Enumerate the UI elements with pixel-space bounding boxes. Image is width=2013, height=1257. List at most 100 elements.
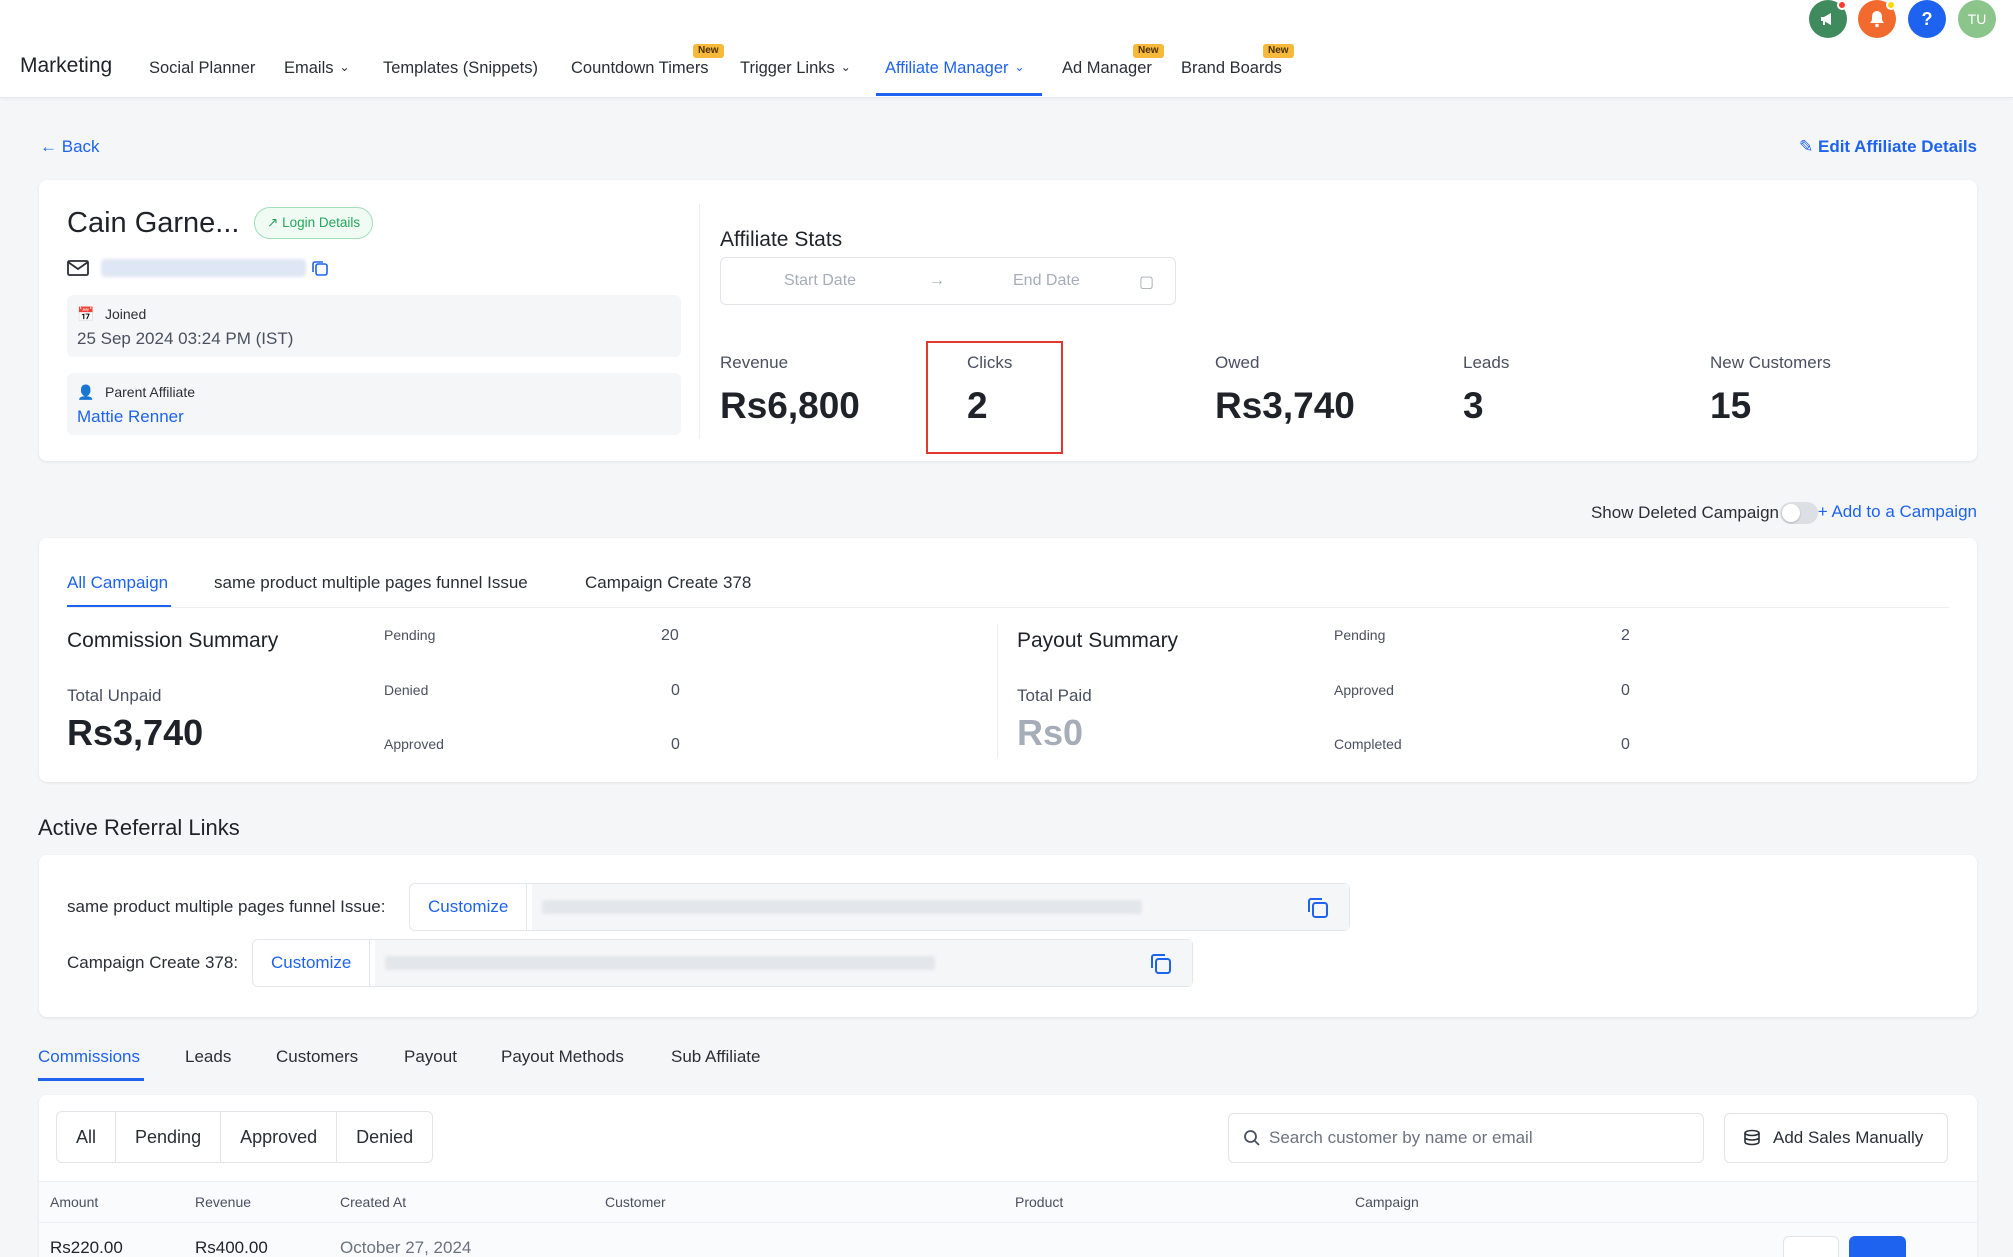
joined-info: 📅 Joined 25 Sep 2024 03:24 PM (IST)	[67, 295, 681, 357]
tab-leads[interactable]: Leads	[185, 1047, 231, 1067]
affiliate-stats-title: Affiliate Stats	[720, 228, 843, 251]
notifications-button[interactable]	[1858, 0, 1896, 38]
column-header-revenue[interactable]: Revenue	[195, 1194, 251, 1210]
announcement-button[interactable]	[1809, 0, 1847, 38]
user-icon: 👤	[77, 384, 95, 400]
commission-approved-value: 0	[671, 736, 680, 753]
status-filter-group: All Pending Approved Denied	[56, 1111, 434, 1163]
nav-ad-manager[interactable]: Ad Manager	[1062, 59, 1152, 78]
bell-icon	[1870, 11, 1884, 28]
user-avatar[interactable]: TU	[1958, 0, 1996, 38]
nav-trigger-links[interactable]: Trigger Links ⌄	[740, 59, 851, 78]
back-button[interactable]: ← Back	[40, 137, 100, 157]
active-nav-indicator	[876, 93, 1042, 96]
row-divider	[39, 1222, 1977, 1223]
customize-button[interactable]: Customize	[253, 940, 371, 986]
clicks-highlight-box	[926, 341, 1063, 454]
tab-payout-methods[interactable]: Payout Methods	[501, 1047, 624, 1067]
divider	[699, 204, 700, 439]
login-details-button[interactable]: ↗ Login Details	[254, 207, 374, 239]
question-icon: ?	[1921, 8, 1933, 29]
referral-link-label: Campaign Create 378:	[67, 953, 239, 972]
nav-affiliate-manager[interactable]: Affiliate Manager ⌄	[885, 59, 1025, 78]
stat-owed-label: Owed	[1215, 353, 1260, 372]
campaign-summary-card: All Campaign same product multiple pages…	[39, 538, 1977, 782]
referral-url-redacted	[385, 956, 935, 970]
database-icon	[1744, 1129, 1760, 1146]
notification-dot	[1886, 0, 1896, 10]
commission-denied-value: 0	[671, 682, 680, 699]
joined-value: 25 Sep 2024 03:24 PM (IST)	[77, 329, 294, 348]
copy-icon[interactable]	[1306, 896, 1330, 920]
date-range-picker[interactable]: Start Date → End Date ▢	[720, 257, 1176, 305]
nav-brand-boards[interactable]: Brand Boards	[1181, 59, 1282, 78]
commission-pending-label: Pending	[384, 627, 436, 643]
show-deleted-toggle[interactable]	[1780, 502, 1818, 524]
top-nav-bar: Marketing Social Planner Emails ⌄ Templat…	[0, 0, 2013, 98]
nav-templates[interactable]: Templates (Snippets)	[383, 59, 538, 78]
nav-trigger-links-label: Trigger Links	[740, 59, 835, 77]
plus-icon: +	[1817, 502, 1828, 521]
new-badge: New	[693, 44, 724, 58]
add-sales-manually-button[interactable]: Add Sales Manually	[1724, 1113, 1948, 1163]
column-header-amount[interactable]: Amount	[50, 1194, 98, 1210]
column-header-created-at[interactable]: Created At	[340, 1194, 406, 1210]
joined-label: Joined	[105, 306, 147, 322]
filter-all-button[interactable]: All	[57, 1112, 117, 1162]
row-created-at: October 27, 2024	[340, 1238, 472, 1257]
megaphone-icon	[1821, 13, 1831, 25]
back-label: Back	[61, 137, 100, 156]
filter-pending-button[interactable]: Pending	[116, 1112, 222, 1162]
referral-url-redacted	[542, 900, 1142, 914]
copy-icon[interactable]	[1149, 952, 1173, 976]
tab-campaign-funnel-issue[interactable]: same product multiple pages funnel Issue	[214, 573, 528, 593]
edit-affiliate-button[interactable]: ✎ Edit Affiliate Details	[1799, 137, 1977, 157]
tab-payout[interactable]: Payout	[404, 1047, 457, 1067]
stat-revenue-label: Revenue	[720, 353, 789, 372]
stat-new-customers-value: 15	[1710, 385, 1752, 426]
table-header-row	[39, 1181, 1977, 1257]
column-header-customer[interactable]: Customer	[605, 1194, 666, 1210]
payout-completed-value: 0	[1621, 736, 1630, 753]
calendar-icon: 📅	[77, 306, 95, 322]
tab-all-campaign[interactable]: All Campaign	[67, 573, 168, 593]
payout-approved-value: 0	[1621, 682, 1630, 699]
column-header-product[interactable]: Product	[1015, 1194, 1063, 1210]
payout-pending-value: 2	[1621, 627, 1630, 644]
add-to-campaign-button[interactable]: + Add to a Campaign	[1818, 502, 1977, 522]
nav-countdown-timers[interactable]: Countdown Timers	[571, 59, 709, 78]
parent-affiliate-link[interactable]: Mattie Renner	[77, 407, 184, 427]
filter-denied-button[interactable]: Denied	[337, 1112, 432, 1162]
payout-summary-title: Payout Summary	[1017, 629, 1179, 652]
copy-icon[interactable]	[311, 259, 329, 277]
new-badge: New	[1133, 44, 1164, 58]
chevron-down-icon: ⌄	[840, 60, 851, 74]
parent-affiliate-info: 👤 Parent Affiliate Mattie Renner	[67, 373, 681, 435]
filter-approved-button[interactable]: Approved	[221, 1112, 338, 1162]
affiliate-card: Cain Garne... ↗ Login Details 📅 Joined 2…	[39, 180, 1977, 461]
row-amount: Rs220.00	[50, 1238, 123, 1257]
start-date-placeholder: Start Date	[784, 272, 857, 289]
column-header-campaign[interactable]: Campaign	[1355, 1194, 1419, 1210]
nav-social-planner[interactable]: Social Planner	[149, 59, 255, 78]
active-tab-indicator	[38, 1078, 144, 1081]
referral-url-field[interactable]	[532, 884, 1349, 930]
row-action-button[interactable]	[1783, 1236, 1839, 1257]
commission-denied-label: Denied	[384, 682, 429, 698]
chevron-down-icon: ⌄	[1014, 60, 1025, 74]
tab-sub-affiliate[interactable]: Sub Affiliate	[671, 1047, 760, 1067]
tab-customers[interactable]: Customers	[276, 1047, 358, 1067]
row-revenue: Rs400.00	[195, 1238, 268, 1257]
row-primary-action-button[interactable]	[1849, 1236, 1906, 1257]
referral-url-field[interactable]	[375, 940, 1192, 986]
stat-leads-value: 3	[1463, 385, 1484, 426]
tab-commissions[interactable]: Commissions	[38, 1047, 140, 1067]
affiliate-email-redacted	[101, 259, 306, 277]
customize-button[interactable]: Customize	[410, 884, 528, 930]
help-button[interactable]: ?	[1908, 0, 1946, 38]
commission-summary-title: Commission Summary	[67, 629, 279, 652]
nav-emails[interactable]: Emails ⌄	[284, 59, 350, 78]
customer-search-input[interactable]	[1269, 1114, 1689, 1162]
tab-campaign-create-378[interactable]: Campaign Create 378	[585, 573, 751, 593]
referral-link-box: Customize	[252, 939, 1193, 987]
